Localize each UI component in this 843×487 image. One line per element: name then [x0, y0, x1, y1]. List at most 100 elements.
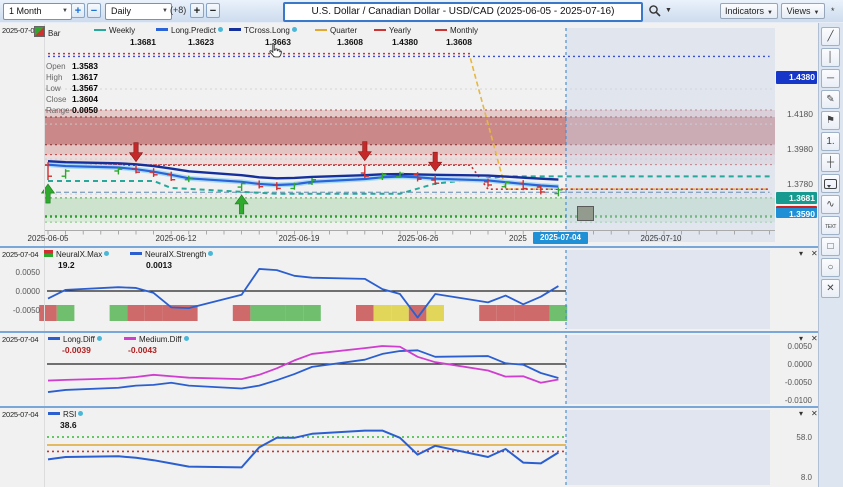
- views-button[interactable]: Views▼: [781, 3, 825, 19]
- axis-label: 0.0050: [778, 342, 812, 351]
- chevron-down-icon[interactable]: ▼: [665, 7, 672, 14]
- drag-handle[interactable]: [577, 206, 594, 221]
- divider: [44, 333, 45, 406]
- legend-item-quarter[interactable]: Quarter: [315, 26, 357, 35]
- info-dot-icon[interactable]: [78, 411, 83, 416]
- info-dot-icon[interactable]: [104, 251, 109, 256]
- pencil-icon: ✎: [826, 94, 834, 105]
- date-tick: 2025-06-26: [398, 234, 439, 243]
- legend-item-long-diff[interactable]: Long.Diff: [48, 335, 102, 344]
- quarter-line-icon: [315, 29, 327, 31]
- delete-tool-button[interactable]: ✕: [821, 279, 840, 298]
- axis-label: -0.0050: [778, 378, 812, 387]
- weekly-value: 1.3681: [130, 37, 156, 47]
- rsi-line-icon: [48, 412, 60, 415]
- zoom-in-button[interactable]: +: [71, 3, 85, 18]
- divider: [44, 248, 45, 331]
- chevron-down-icon: ▼: [767, 10, 773, 16]
- info-dot-icon[interactable]: [97, 336, 102, 341]
- indicators-button[interactable]: Indicators▼: [720, 3, 778, 19]
- ohlc-label: Close: [46, 94, 72, 105]
- legend-label: Medium.Diff: [139, 335, 182, 344]
- ohlc-high-row: High1.3617: [46, 72, 98, 83]
- trading-app-window: 1 Month ▼ + − Daily ▼ (+8) + − U.S. Doll…: [0, 0, 843, 487]
- legend-item-monthly[interactable]: Monthly: [435, 26, 478, 35]
- main-chart-date: 2025-07-04: [2, 26, 38, 35]
- trendline-tool-button[interactable]: ╱: [821, 27, 840, 46]
- info-dot-icon[interactable]: [218, 27, 223, 32]
- medium-diff-line-icon: [124, 337, 136, 340]
- close-icon: ✕: [826, 283, 834, 294]
- panel-close-button[interactable]: ✕: [811, 335, 818, 343]
- period-select[interactable]: Daily ▼: [105, 3, 172, 20]
- panel-close-button[interactable]: ✕: [811, 250, 818, 258]
- panel-collapse-button[interactable]: ▾: [799, 410, 803, 418]
- legend-label: RSI: [63, 410, 76, 419]
- ellipse-tool-button[interactable]: ○: [821, 258, 840, 277]
- ohlc-close-row: Close1.3604: [46, 94, 98, 105]
- legend-item-neuralx-max[interactable]: NeuralX.Max: [44, 250, 109, 259]
- legend-item-bar[interactable]: Bar: [34, 26, 60, 38]
- callout-tool-button[interactable]: [821, 174, 840, 193]
- text-tool-button[interactable]: TEXT: [821, 216, 840, 235]
- vertical-line-icon: │: [827, 52, 833, 63]
- main-chart-canvas[interactable]: [0, 24, 843, 246]
- ohlc-low-value: 1.3567: [72, 83, 98, 93]
- symbol-title[interactable]: U.S. Dollar / Canadian Dollar - USD/CAD …: [283, 2, 643, 22]
- callout-icon: [824, 179, 837, 189]
- legend-label: Bar: [48, 29, 60, 38]
- quarter-value: 1.3608: [337, 37, 363, 47]
- range-select[interactable]: 1 Month ▼: [3, 3, 72, 20]
- flag-icon: ⚑: [826, 115, 835, 126]
- rectangle-tool-button[interactable]: □: [821, 237, 840, 256]
- legend-item-medium-diff[interactable]: Medium.Diff: [124, 335, 189, 344]
- wave-tool-button[interactable]: ∿: [821, 195, 840, 214]
- rsi-canvas[interactable]: [0, 408, 843, 487]
- panel-close-button[interactable]: ✕: [811, 410, 818, 418]
- legend-label: NeuralX.Max: [56, 250, 102, 259]
- info-dot-icon[interactable]: [292, 27, 297, 32]
- info-dot-icon[interactable]: [184, 336, 189, 341]
- yearly-value: 1.4380: [392, 37, 418, 47]
- ohlc-label: Open: [46, 61, 72, 72]
- legend-label: Long.Diff: [63, 335, 95, 344]
- add-bars-button[interactable]: +: [190, 3, 204, 18]
- info-dot-icon[interactable]: [208, 251, 213, 256]
- panel-collapse-button[interactable]: ▾: [799, 250, 803, 258]
- neuralx-canvas[interactable]: [0, 248, 843, 331]
- legend-item-long-predict[interactable]: Long.Predict: [156, 26, 223, 35]
- flag-tool-button[interactable]: ⚑: [821, 111, 840, 130]
- legend-item-neuralx-strength[interactable]: NeuralX.Strength: [130, 250, 213, 259]
- number-note-icon: 1.: [826, 136, 834, 147]
- ohlc-open-value: 1.3583: [72, 61, 98, 71]
- legend-label: TCross.Long: [244, 26, 290, 35]
- tcross-long-value: 1.3663: [265, 37, 291, 47]
- remove-bars-button[interactable]: −: [206, 3, 220, 18]
- number-note-tool-button[interactable]: 1.: [821, 132, 840, 151]
- axis-label: 0.0000: [2, 287, 40, 296]
- diff-panel: 2025-07-04 Long.Diff Medium.Diff -0.0039…: [0, 333, 843, 406]
- long-diff-line-icon: [48, 337, 60, 340]
- neuralx-strength-value: 0.0013: [146, 260, 172, 270]
- bar-series-icon: [34, 26, 45, 37]
- zoom-out-button[interactable]: −: [87, 3, 101, 18]
- ohlc-label: Low: [46, 83, 72, 94]
- search-icon[interactable]: [648, 4, 662, 18]
- horizontal-line-tool-button[interactable]: ─: [821, 69, 840, 88]
- ohlc-high-value: 1.3617: [72, 72, 98, 82]
- pencil-tool-button[interactable]: ✎: [821, 90, 840, 109]
- panel-collapse-button[interactable]: ▾: [799, 335, 803, 343]
- legend-item-rsi[interactable]: RSI: [48, 410, 83, 419]
- legend-item-yearly[interactable]: Yearly: [374, 26, 411, 35]
- vertical-line-tool-button[interactable]: │: [821, 48, 840, 67]
- legend-item-tcross-long[interactable]: TCross.Long: [229, 26, 297, 35]
- date-tick-partial: 2025: [509, 234, 527, 243]
- horizontal-line-icon: ─: [827, 73, 834, 84]
- weekly-line-icon: [94, 29, 106, 31]
- crosshair-tool-button[interactable]: ┼: [821, 153, 840, 172]
- crosshair-icon: ┼: [827, 157, 834, 168]
- ellipse-icon: ○: [827, 262, 833, 273]
- legend-item-weekly[interactable]: Weekly: [94, 26, 135, 35]
- monthly-value: 1.3608: [446, 37, 472, 47]
- date-tick: 2025-06-12: [156, 234, 197, 243]
